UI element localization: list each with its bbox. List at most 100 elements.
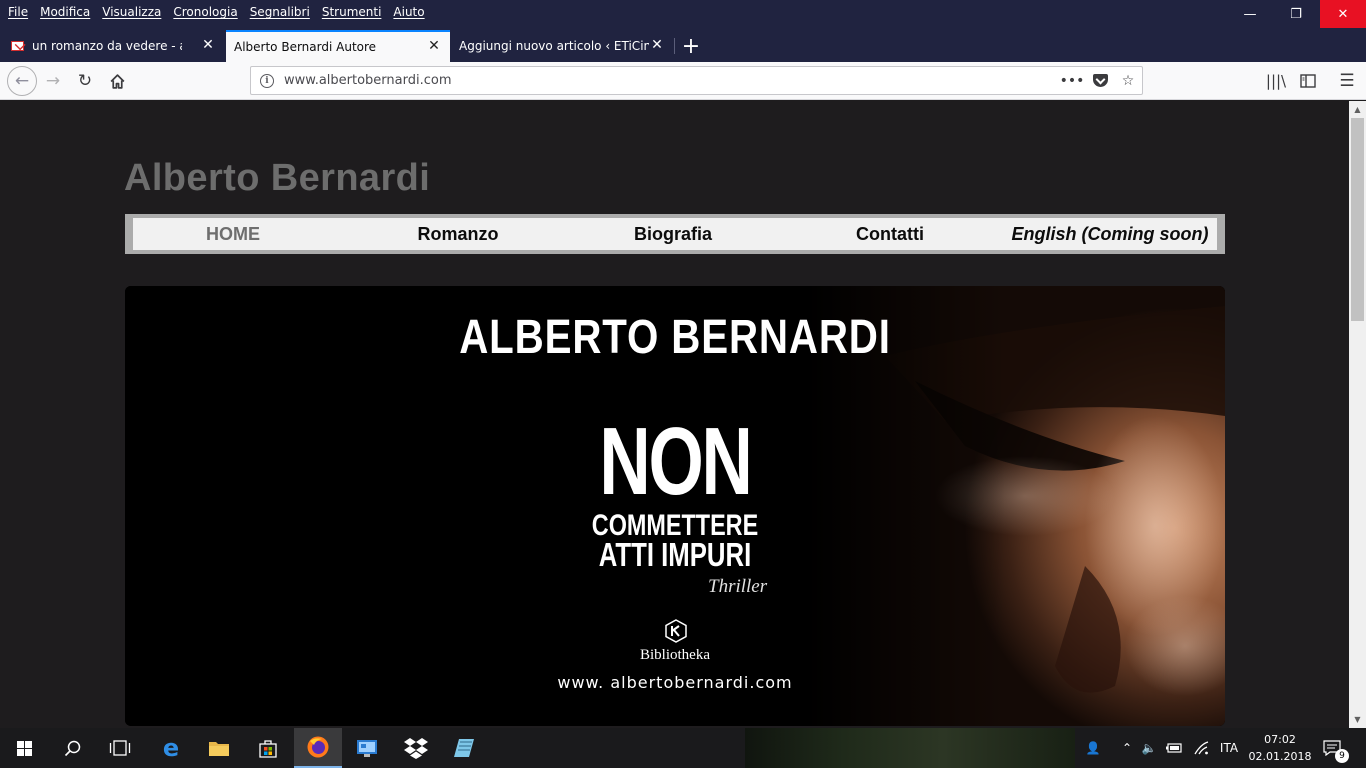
menu-aiuto[interactable]: Aiuto [387,1,430,23]
search-button[interactable] [48,728,96,768]
nav-link-english[interactable]: English (Coming soon) [1005,218,1215,250]
forward-button[interactable]: → [39,67,67,95]
nav-link-contatti[interactable]: Contatti [795,218,985,250]
nav-link-biografia[interactable]: Biografia [578,218,768,250]
window-titlebar: File Modifica Visualizza Cronologia Segn… [0,0,1366,30]
sidebar-icon [1300,74,1316,88]
banner-title-big: NON [599,408,752,515]
notification-count-badge: 9 [1335,749,1349,763]
close-window-button[interactable]: ✕ [1320,0,1366,28]
banner-author-name: ALBERTO BERNARDI [459,311,891,364]
new-tab-button[interactable]: + [676,30,706,62]
taskbar: e 👤 ⌃ 🔈 ITA 07:02 02.01.2018 9 [0,728,1366,768]
network-button[interactable] [1190,728,1212,768]
scroll-down-icon[interactable]: ▼ [1349,711,1366,728]
home-icon [110,73,124,89]
battery-icon [1166,743,1182,753]
speaker-icon: 🔈 [1141,741,1157,755]
reload-button[interactable]: ↻ [71,67,99,95]
url-bar[interactable]: i www.albertobernardi.com ••• ☆ [250,66,1143,95]
search-icon [64,740,80,756]
input-language[interactable]: ITA [1214,728,1244,768]
page-content: Alberto Bernardi HOME Romanzo Biografia … [0,101,1349,728]
scrollbar-thumb[interactable] [1351,118,1364,321]
file-explorer-icon [209,742,229,756]
wifi-icon [1194,741,1209,755]
nav-link-romanzo[interactable]: Romanzo [363,218,553,250]
pocket-button[interactable] [1086,74,1114,87]
clock[interactable]: 07:02 02.01.2018 [1248,731,1312,765]
control-panel-button[interactable] [343,728,391,768]
volume-button[interactable]: 🔈 [1139,728,1159,768]
page-actions-icon[interactable]: ••• [1058,73,1086,89]
firefox-button[interactable] [294,728,342,768]
tab-gmail[interactable]: un romanzo da vedere - associa ✕ [0,30,224,62]
arrow-right-icon: → [45,71,61,91]
dropbox-icon [404,738,428,759]
store-icon [259,740,277,758]
banner-title-line2: ATTI IMPURI [598,536,752,573]
task-view-button[interactable] [96,728,144,768]
plus-icon: + [681,33,701,59]
info-icon[interactable]: i [260,73,274,88]
start-button[interactable] [0,728,48,768]
nav-link-home[interactable]: HOME [133,218,333,250]
tab-aggiungi-articolo[interactable]: Aggiungi nuovo articolo ‹ ETiCinfo ✕ [451,30,673,62]
start-icon [16,740,32,756]
menu-segnalibri[interactable]: Segnalibri [244,1,316,23]
minimize-button[interactable]: — [1227,0,1273,28]
banner-genre: Thriller [708,576,768,597]
edge-icon: e [162,734,180,762]
menu-visualizza[interactable]: Visualizza [96,1,167,23]
clock-date: 02.01.2018 [1248,750,1312,763]
bookmark-star-icon[interactable]: ☆ [1114,73,1142,89]
tab-close-icon[interactable]: ✕ [200,37,216,53]
vertical-scrollbar[interactable]: ▲ ▼ [1349,101,1366,728]
people-button[interactable]: 👤 [1080,728,1106,768]
dropbox-button[interactable] [392,728,440,768]
url-actions: ••• ☆ [1058,67,1142,94]
tab-strip: un romanzo da vedere - associa ✕ Alberto… [0,30,1366,62]
home-button[interactable] [103,67,131,95]
menu-strumenti[interactable]: Strumenti [316,1,388,23]
store-button[interactable] [244,728,292,768]
book-banner: ALBERTO BERNARDI NON COMMETTERE ATTI IMP… [125,286,1225,726]
chevron-up-icon: ⌃ [1121,741,1133,755]
hamburger-menu-button[interactable]: ☰ [1333,67,1361,95]
library-icon: |||\ [1265,72,1287,90]
tab-alberto-bernardi[interactable]: Alberto Bernardi Autore ✕ [226,30,450,62]
edge-button[interactable]: e [147,728,195,768]
task-view-icon [109,740,131,756]
firefox-icon [307,736,329,758]
hamburger-icon: ☰ [1339,71,1355,91]
arrow-left-icon: ← [14,71,30,91]
people-icon: 👤 [1085,741,1101,755]
scroll-up-icon[interactable]: ▲ [1349,101,1366,118]
tab-close-icon[interactable]: ✕ [649,37,665,53]
tab-close-icon[interactable]: ✕ [426,38,442,54]
menu-modifica[interactable]: Modifica [34,1,96,23]
notepad-button[interactable] [440,728,488,768]
pocket-icon [1092,74,1108,87]
navigation-toolbar: ← → ↻ i www.albertobernardi.com ••• ☆ ||… [0,62,1366,100]
site-navigation-bar: HOME Romanzo Biografia Contatti English … [133,218,1217,250]
tab-title: un romanzo da vedere - associa [32,39,182,53]
battery-button[interactable] [1163,728,1185,768]
file-explorer-button[interactable] [195,728,243,768]
menu-file[interactable]: File [2,1,34,23]
notepad-icon [454,739,474,757]
taskbar-background [745,728,1075,768]
show-hidden-icons-button[interactable]: ⌃ [1117,728,1137,768]
back-button[interactable]: ← [7,66,37,96]
url-text[interactable]: www.albertobernardi.com [284,73,452,88]
menu-bar: File Modifica Visualizza Cronologia Segn… [0,0,431,24]
tab-title: Alberto Bernardi Autore [234,40,377,54]
banner-publisher: Bibliotheka [640,647,710,663]
publisher-logo-icon [665,619,687,643]
tab-separator [674,38,675,54]
restore-button[interactable]: ❐ [1273,0,1319,28]
banner-url: www. albertobernardi.com [557,673,793,692]
library-button[interactable]: |||\ [1262,67,1290,95]
sidebar-button[interactable] [1294,67,1322,95]
menu-cronologia[interactable]: Cronologia [167,1,243,23]
